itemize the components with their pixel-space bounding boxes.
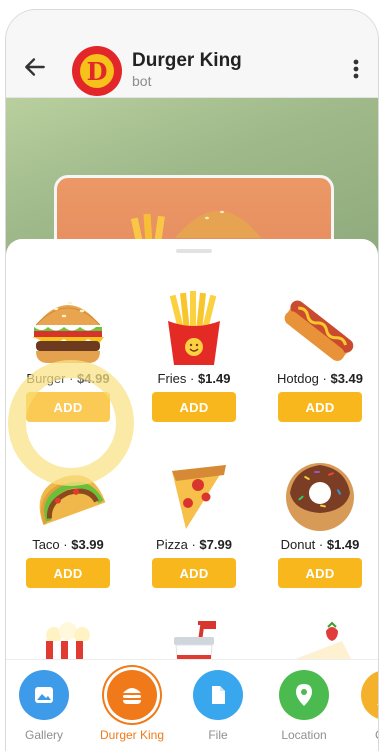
attach-gallery-label: Gallery xyxy=(24,728,63,742)
attach-contact[interactable]: Con xyxy=(346,670,378,742)
product-label: Pizza · $7.99 xyxy=(156,537,232,552)
add-taco-button[interactable]: ADD xyxy=(26,558,110,588)
attach-durger-king-label: Durger King xyxy=(99,728,165,742)
product-label: Taco · $3.99 xyxy=(32,537,104,552)
attach-menu-bar: Gallery Durger King File Location Con xyxy=(6,659,378,751)
product-label: Hotdog · $3.49 xyxy=(276,371,364,386)
product-label: Donut · $1.49 xyxy=(280,537,360,552)
burger-icon xyxy=(107,670,157,720)
attach-location-label: Location xyxy=(281,728,327,742)
chat-header: D Durger King bot xyxy=(6,10,378,98)
more-options-icon[interactable] xyxy=(346,56,366,82)
hotdog-icon xyxy=(284,300,354,361)
touch-ripple xyxy=(8,360,134,486)
product-card-donut: Donut · $1.49 ADD xyxy=(260,455,378,588)
attach-contact-label: Con xyxy=(346,728,378,742)
product-card-drink xyxy=(134,621,254,659)
product-card-cake xyxy=(260,621,378,659)
gallery-icon xyxy=(19,670,69,720)
bot-avatar[interactable]: D xyxy=(72,46,122,96)
add-fries-button[interactable]: ADD xyxy=(152,392,236,422)
fries-icon xyxy=(168,291,220,365)
phone-frame: D Durger King bot Burger · $4.99 ADD Fri… xyxy=(6,10,378,751)
product-card-popcorn xyxy=(8,621,128,659)
attach-location[interactable]: Location xyxy=(264,670,344,742)
product-label: Fries · $1.49 xyxy=(157,371,231,386)
attach-durger-king[interactable]: Durger King xyxy=(92,670,172,742)
cake-icon xyxy=(295,621,351,659)
pizza-icon xyxy=(172,465,226,529)
contact-icon xyxy=(361,670,378,720)
back-arrow-icon[interactable] xyxy=(22,54,48,80)
location-icon xyxy=(279,670,329,720)
drink-icon xyxy=(174,621,216,659)
add-donut-button[interactable]: ADD xyxy=(278,558,362,588)
attach-file[interactable]: File xyxy=(178,670,258,742)
add-hotdog-button[interactable]: ADD xyxy=(278,392,362,422)
product-card-hotdog: Hotdog · $3.49 ADD xyxy=(260,289,378,422)
donut-icon xyxy=(286,463,354,531)
sheet-drag-handle[interactable] xyxy=(176,249,212,253)
bot-name: Durger King xyxy=(132,50,242,71)
attach-gallery[interactable]: Gallery xyxy=(6,670,84,742)
product-sheet: Burger · $4.99 ADD Fries · $1.49 ADD Hot… xyxy=(6,239,378,659)
popcorn-icon xyxy=(42,622,94,659)
attach-file-label: File xyxy=(208,728,228,742)
product-card-pizza: Pizza · $7.99 ADD xyxy=(134,455,254,588)
avatar-letter: D xyxy=(80,54,114,88)
burger-icon xyxy=(32,301,104,363)
product-card-fries: Fries · $1.49 ADD xyxy=(134,289,254,422)
file-icon xyxy=(193,670,243,720)
bot-subtitle: bot xyxy=(132,73,152,89)
add-pizza-button[interactable]: ADD xyxy=(152,558,236,588)
